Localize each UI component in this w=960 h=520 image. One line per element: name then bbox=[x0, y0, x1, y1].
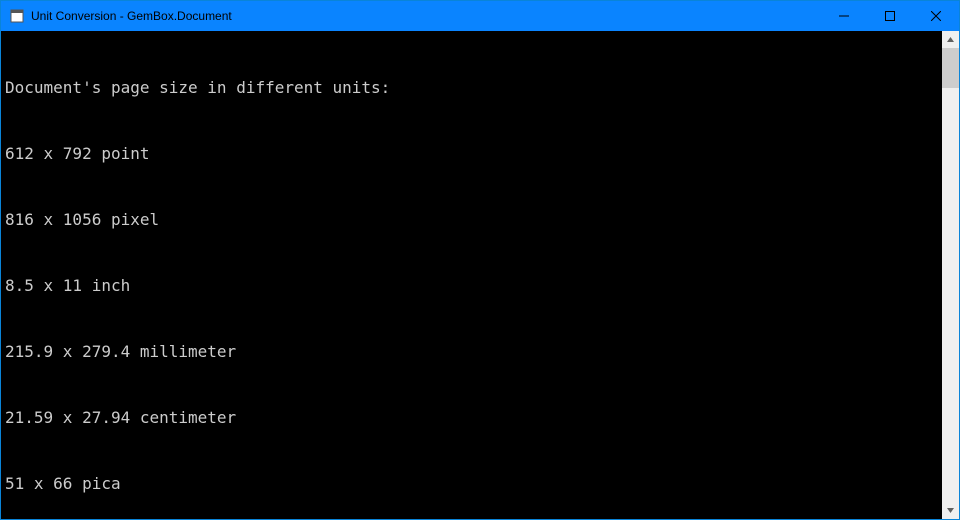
console-heading: Document's page size in different units: bbox=[5, 77, 942, 99]
maximize-button[interactable] bbox=[867, 1, 913, 31]
console-line: 215.9 x 279.4 millimeter bbox=[5, 341, 942, 363]
scroll-thumb[interactable] bbox=[942, 48, 959, 88]
console-line: 8.5 x 11 inch bbox=[5, 275, 942, 297]
console-line: 21.59 x 27.94 centimeter bbox=[5, 407, 942, 429]
scroll-up-button[interactable] bbox=[942, 31, 959, 48]
scroll-down-button[interactable] bbox=[942, 502, 959, 519]
titlebar[interactable]: Unit Conversion - GemBox.Document bbox=[1, 1, 959, 31]
app-icon bbox=[9, 8, 25, 24]
console-line: 612 x 792 point bbox=[5, 143, 942, 165]
vertical-scrollbar[interactable] bbox=[942, 31, 959, 519]
console-line: 816 x 1056 pixel bbox=[5, 209, 942, 231]
app-window: Unit Conversion - GemBox.Document Docume… bbox=[0, 0, 960, 520]
client-area: Document's page size in different units:… bbox=[1, 31, 959, 519]
window-title: Unit Conversion - GemBox.Document bbox=[31, 9, 232, 23]
minimize-button[interactable] bbox=[821, 1, 867, 31]
close-button[interactable] bbox=[913, 1, 959, 31]
console-line: 51 x 66 pica bbox=[5, 473, 942, 495]
console-output[interactable]: Document's page size in different units:… bbox=[1, 31, 942, 519]
